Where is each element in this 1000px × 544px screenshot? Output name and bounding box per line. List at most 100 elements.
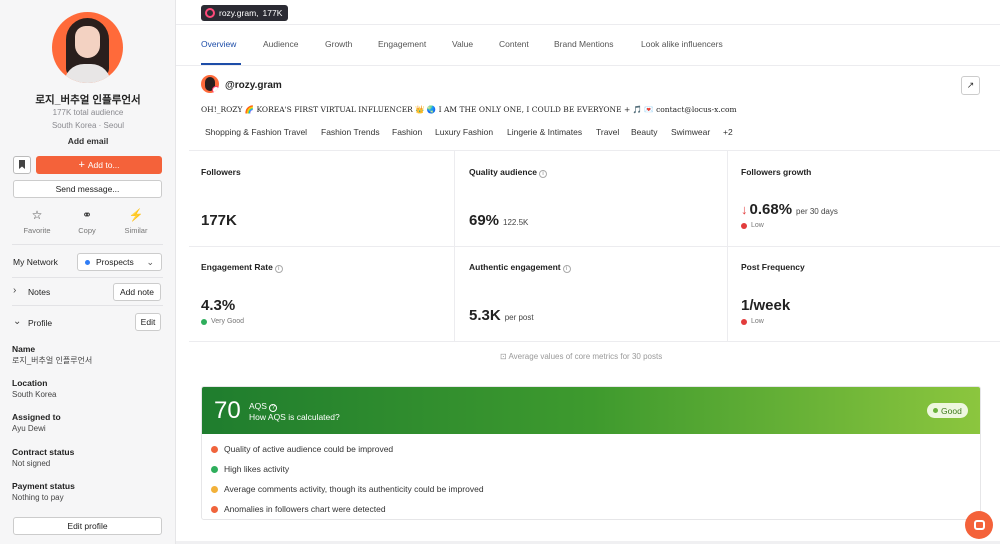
- more-tags[interactable]: +2: [723, 127, 733, 137]
- tag[interactable]: Shopping & Fashion Travel: [205, 127, 307, 137]
- external-link-icon: ↗: [966, 80, 975, 90]
- add-to-button[interactable]: + Add to...: [36, 156, 162, 174]
- help-icon: ?: [269, 404, 278, 412]
- field-label: Name: [12, 344, 36, 354]
- add-to-label: Add to...: [87, 160, 120, 170]
- metrics-note: ⊡ Average values of core metrics for 30 …: [500, 352, 663, 361]
- tag[interactable]: Swimwear: [671, 127, 710, 137]
- copy-button[interactable]: ⚭ Copy: [62, 208, 112, 235]
- divider: [189, 341, 1000, 342]
- sidebar: 로지_버추얼 인플루언서 177K total audience South K…: [0, 0, 176, 544]
- tab-overview[interactable]: Overview: [201, 39, 236, 49]
- network-select[interactable]: Prospects ⌄: [77, 253, 162, 271]
- field-value: 로지_버추얼 인플루언서: [12, 356, 93, 365]
- tag[interactable]: Travel: [596, 127, 619, 137]
- info-icon: ⊡: [500, 352, 507, 361]
- engagement-rate-label: Engagement Rate i: [201, 262, 283, 273]
- divider: [727, 150, 728, 341]
- tab-engagement[interactable]: Engagement: [378, 39, 426, 49]
- badge-count: 177K: [262, 8, 283, 18]
- field-value: Ayu Dewi: [12, 424, 46, 433]
- tag[interactable]: Lingerie & Intimates: [507, 127, 582, 137]
- add-note-button[interactable]: Add note: [113, 283, 161, 301]
- location-text: South Korea · Seoul: [51, 121, 125, 130]
- info-icon[interactable]: i: [562, 265, 571, 273]
- aqs-item: Quality of active audience could be impr…: [211, 444, 393, 454]
- edit-profile-button[interactable]: Edit profile: [13, 517, 162, 535]
- chat-button[interactable]: [965, 511, 993, 539]
- chevron-down-icon: ⌄: [146, 257, 154, 267]
- similar-button[interactable]: ⚡ Similar: [111, 208, 161, 235]
- info-icon[interactable]: i: [274, 265, 283, 273]
- aqs-how-link[interactable]: How AQS is calculated?: [249, 412, 340, 422]
- field-label: Payment status: [12, 481, 75, 491]
- aqs-item: High likes activity: [211, 464, 289, 474]
- field-label: Contract status: [12, 447, 75, 457]
- tag[interactable]: Fashion: [392, 127, 422, 137]
- add-email-link[interactable]: Add email: [0, 136, 176, 146]
- my-network-label: My Network: [13, 257, 58, 267]
- tab-value[interactable]: Value: [452, 39, 473, 49]
- info-icon[interactable]: i: [539, 170, 548, 178]
- tab-audience[interactable]: Audience: [263, 39, 298, 49]
- copy-label: Copy: [78, 226, 96, 235]
- field-label: Location: [12, 378, 48, 388]
- aqs-rating-badge: Good: [927, 403, 968, 418]
- similar-label: Similar: [124, 226, 148, 235]
- authentic-engagement-label: Authentic engagement i: [469, 262, 571, 273]
- external-link-button[interactable]: ↗: [961, 76, 980, 95]
- avatar: [52, 12, 123, 83]
- star-icon: ☆: [31, 208, 43, 222]
- followers-label: Followers: [201, 167, 241, 177]
- aqs-item: Anomalies in followers chart were detect…: [211, 504, 386, 514]
- bookmark-button[interactable]: [13, 156, 31, 174]
- followers-value: 177K: [201, 212, 237, 229]
- send-message-button[interactable]: Send message...: [13, 180, 162, 198]
- network-value: Prospects: [96, 257, 134, 267]
- notes-label[interactable]: Notes: [28, 287, 50, 297]
- followers-growth-label: Followers growth: [741, 167, 812, 177]
- handle-badge: rozy.gram, 177K: [201, 5, 289, 21]
- magic-wand-icon: ⚡: [128, 208, 144, 222]
- tag[interactable]: Fashion Trends: [321, 127, 380, 137]
- divider: [12, 244, 163, 245]
- engagement-rate-value: 4.3%: [201, 297, 236, 314]
- profile-section-label[interactable]: Profile: [28, 318, 52, 328]
- field-value: South Korea: [12, 390, 57, 399]
- divider: [12, 277, 163, 278]
- tab-growth[interactable]: Growth: [325, 39, 352, 49]
- divider: [12, 305, 163, 306]
- profile-bio: OH!_ROZY 🌈 KOREA'S FIRST VIRTUAL INFLUEN…: [201, 105, 737, 114]
- link-icon: ⚭: [81, 208, 93, 222]
- edit-button[interactable]: Edit: [135, 313, 161, 331]
- favorite-label: Favorite: [23, 226, 51, 235]
- tag[interactable]: Beauty: [631, 127, 657, 137]
- total-audience: 177K total audience: [52, 108, 124, 117]
- chevron-right-icon[interactable]: ›: [13, 285, 16, 296]
- post-frequency-value: 1/week: [741, 297, 791, 314]
- aqs-score: 70: [214, 397, 241, 424]
- aqs-card: 70 AQS ? How AQS is calculated? Good Qua…: [201, 386, 981, 520]
- divider: [189, 246, 1000, 247]
- aqs-item: Average comments activity, though its au…: [211, 484, 484, 494]
- divider: [176, 65, 1000, 66]
- instagram-icon: [212, 86, 219, 93]
- profile-handle[interactable]: @rozy.gram: [225, 80, 282, 91]
- arrow-down-icon: ↓: [741, 202, 748, 217]
- network-dot-icon: [85, 259, 90, 265]
- field-value: Nothing to pay: [12, 493, 64, 502]
- divider: [454, 150, 455, 341]
- status-badge: Very Good: [201, 318, 244, 325]
- tab-look-alike-influencers[interactable]: Look alike influencers: [641, 39, 723, 49]
- divider: [189, 150, 1000, 151]
- tab-content[interactable]: Content: [499, 39, 529, 49]
- favorite-button[interactable]: ☆ Favorite: [12, 208, 62, 235]
- quality-audience-label: Quality audience i: [469, 167, 548, 178]
- status-badge: Low: [741, 222, 764, 229]
- status-badge: Low: [741, 318, 764, 325]
- field-value: Not signed: [12, 459, 51, 468]
- chevron-down-icon[interactable]: ⌄: [13, 316, 21, 327]
- tag[interactable]: Luxury Fashion: [435, 127, 493, 137]
- field-label: Assigned to: [12, 412, 61, 422]
- tab-brand-mentions[interactable]: Brand Mentions: [554, 39, 614, 49]
